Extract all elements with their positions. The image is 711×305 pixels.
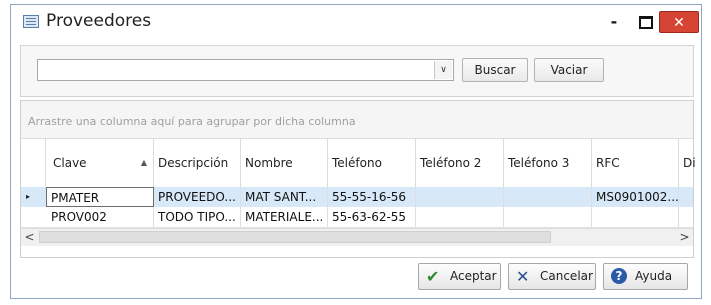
cell-nombre[interactable]: MAT SANT... xyxy=(241,187,328,207)
x-icon: ✕ xyxy=(516,267,530,286)
check-icon: ✔ xyxy=(426,267,440,286)
grid-header: Clave ▲ Descripción Nombre Teléfono Telé… xyxy=(21,138,695,188)
maximize-button[interactable] xyxy=(633,11,659,33)
cell-telefono[interactable]: 55-55-16-56 xyxy=(328,187,416,207)
cell-rfc[interactable] xyxy=(592,207,679,227)
column-header-label: Clave xyxy=(53,156,87,170)
group-panel[interactable]: Arrastre una columna aquí para agrupar p… xyxy=(21,101,693,138)
minimize-button[interactable]: - xyxy=(601,11,627,33)
table-row[interactable]: ▸ PMATER PROVEEDO... MAT SANT... 55-55-1… xyxy=(21,187,693,207)
current-row-icon: ▸ xyxy=(26,192,31,201)
cell-descripcion[interactable]: TODO TIPO... xyxy=(154,207,241,227)
aceptar-button[interactable]: ✔ Aceptar xyxy=(418,263,501,290)
search-combo[interactable]: ∨ xyxy=(37,59,454,81)
table-row[interactable]: PROV002 TODO TIPO... MATERIALE... 55-63-… xyxy=(21,207,693,228)
search-panel: ∨ Buscar Vaciar xyxy=(20,45,694,97)
vaciar-button[interactable]: Vaciar xyxy=(534,58,604,82)
cell-nombre[interactable]: MATERIALE... xyxy=(241,207,328,227)
cell-telefono-3[interactable] xyxy=(504,187,592,207)
window-icon xyxy=(23,15,39,28)
cancelar-button[interactable]: ✕ Cancelar xyxy=(508,263,596,290)
cell-telefono[interactable]: 55-63-62-55 xyxy=(328,207,416,227)
help-icon: ? xyxy=(611,268,627,284)
aceptar-label: Aceptar xyxy=(450,269,497,283)
column-header-direccion[interactable]: Dire xyxy=(679,139,695,187)
cell-rfc[interactable]: MS0901002... xyxy=(592,187,679,207)
column-header-clave[interactable]: Clave ▲ xyxy=(46,139,154,187)
buscar-button[interactable]: Buscar xyxy=(462,58,528,82)
title-bar[interactable]: Proveedores - ✕ xyxy=(11,5,701,41)
cell-descripcion[interactable]: PROVEEDO... xyxy=(154,187,241,207)
cancelar-label: Cancelar xyxy=(540,269,593,283)
sort-ascending-icon: ▲ xyxy=(140,158,147,167)
cell-telefono-3[interactable] xyxy=(504,207,592,227)
maximize-icon xyxy=(639,16,653,29)
column-header-telefono-2[interactable]: Teléfono 2 xyxy=(416,139,504,187)
cell-clave[interactable]: PMATER xyxy=(46,187,154,207)
proveedores-grid: Arrastre una columna aquí para agrupar p… xyxy=(20,100,695,258)
scroll-thumb[interactable] xyxy=(39,231,551,243)
row-indicator-header xyxy=(21,139,46,187)
search-input[interactable] xyxy=(40,61,431,79)
chevron-down-icon[interactable]: ∨ xyxy=(434,61,452,79)
horizontal-scrollbar[interactable]: < > xyxy=(21,228,693,246)
cell-telefono-2[interactable] xyxy=(416,207,504,227)
column-header-telefono-3[interactable]: Teléfono 3 xyxy=(504,139,592,187)
scroll-right-icon[interactable]: > xyxy=(676,229,693,246)
column-header-descripcion[interactable]: Descripción xyxy=(154,139,241,187)
cell-direccion[interactable] xyxy=(679,187,695,207)
scroll-left-icon[interactable]: < xyxy=(21,229,38,246)
window-title: Proveedores xyxy=(46,11,152,31)
close-button[interactable]: ✕ xyxy=(659,11,699,33)
column-header-nombre[interactable]: Nombre xyxy=(241,139,328,187)
cell-direccion[interactable] xyxy=(679,207,695,227)
cell-telefono-2[interactable] xyxy=(416,187,504,207)
ayuda-label: Ayuda xyxy=(635,269,673,283)
ayuda-button[interactable]: ? Ayuda xyxy=(603,263,688,290)
proveedores-window: Proveedores - ✕ ∨ Buscar Vaciar Arrastre… xyxy=(10,4,702,299)
column-header-telefono[interactable]: Teléfono xyxy=(328,139,416,187)
cell-clave[interactable]: PROV002 xyxy=(46,207,154,227)
column-header-rfc[interactable]: RFC xyxy=(592,139,679,187)
